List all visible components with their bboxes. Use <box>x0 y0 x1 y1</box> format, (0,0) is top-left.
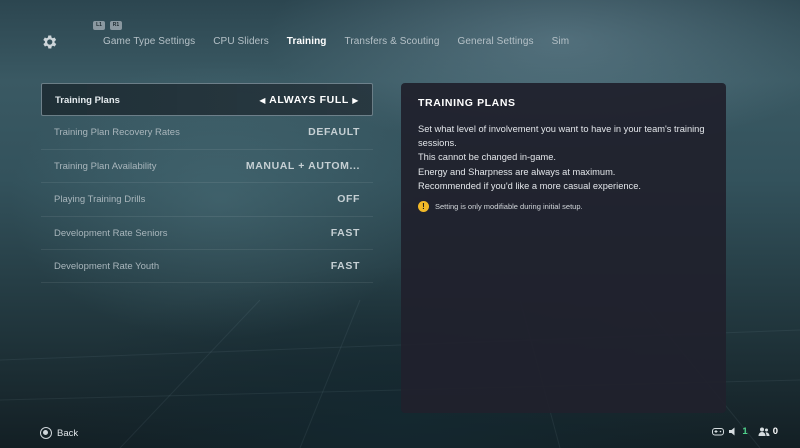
r1-bumper-icon: R1 <box>110 21 122 30</box>
arrow-left-icon[interactable]: ◀ <box>259 96 266 105</box>
setting-value: FAST <box>330 259 360 272</box>
settings-list: Training Plans ◀ ALWAYS FULL ▶ Training … <box>41 83 373 284</box>
setting-label: Development Rate Seniors <box>54 227 168 239</box>
setup-note-text: Setting is only modifiable during initia… <box>435 202 583 211</box>
circle-button-icon <box>40 427 52 439</box>
tab-general-settings[interactable]: General Settings <box>449 36 543 47</box>
description-line: This cannot be changed in-game. <box>418 152 556 163</box>
top-navigation: L1 R1 Game Type Settings CPU Sliders Tra… <box>0 0 800 70</box>
setting-row-dev-rate-seniors[interactable]: Development Rate Seniors FAST <box>41 217 373 250</box>
tab-bar: Game Type Settings CPU Sliders Training … <box>94 36 578 47</box>
arrow-right-icon[interactable]: ▶ <box>352 96 359 105</box>
setting-label: Training Plan Recovery Rates <box>54 127 180 139</box>
status-indicators: 1 0 <box>712 426 778 437</box>
tab-transfers-scouting[interactable]: Transfers & Scouting <box>336 36 449 47</box>
description-line: Set what level of involvement you want t… <box>418 124 705 149</box>
setting-row-plan-availability[interactable]: Training Plan Availability MANUAL + AUTO… <box>41 150 373 184</box>
setting-label: Training Plan Availability <box>54 160 157 172</box>
mic-muted-icon <box>729 427 735 436</box>
warning-icon: ! <box>418 201 429 212</box>
controller-icon <box>712 428 725 436</box>
setting-value: OFF <box>337 193 360 206</box>
setting-label: Training Plans <box>55 95 120 106</box>
description-line: Recommended if you'd like a more casual … <box>418 180 641 191</box>
info-panel: TRAINING PLANS Set what level of involve… <box>401 83 726 413</box>
setting-row-training-drills[interactable]: Playing Training Drills OFF <box>41 183 373 217</box>
setting-row-training-plans[interactable]: Training Plans ◀ ALWAYS FULL ▶ <box>41 83 373 117</box>
users-count: 0 <box>772 426 778 437</box>
info-panel-title: TRAINING PLANS <box>418 97 516 109</box>
users-icon <box>758 427 770 436</box>
setting-value: MANUAL + AUTOM... <box>245 159 360 172</box>
gear-icon[interactable] <box>40 33 58 51</box>
tab-sim[interactable]: Sim <box>543 36 579 47</box>
setting-label: Development Rate Youth <box>54 260 160 272</box>
tab-training[interactable]: Training <box>278 36 336 47</box>
tab-cpu-sliders[interactable]: CPU Sliders <box>204 36 278 47</box>
tab-game-type-settings[interactable]: Game Type Settings <box>94 36 204 47</box>
l1-bumper-icon: L1 <box>93 21 105 30</box>
setting-label: Playing Training Drills <box>54 194 146 206</box>
description-line: Energy and Sharpness are always at maxim… <box>418 166 616 177</box>
back-label: Back <box>57 427 79 439</box>
setting-row-dev-rate-youth[interactable]: Development Rate Youth FAST <box>41 250 373 284</box>
setting-value: ALWAYS FULL <box>269 94 349 106</box>
setup-note: ! Setting is only modifiable during init… <box>418 201 583 212</box>
setting-value-selector[interactable]: ◀ ALWAYS FULL ▶ <box>259 94 359 106</box>
info-panel-description: Set what level of involvement you want t… <box>418 122 708 193</box>
setting-row-recovery-rates[interactable]: Training Plan Recovery Rates DEFAULT <box>41 116 373 150</box>
setting-value: FAST <box>330 226 360 239</box>
back-button[interactable]: Back <box>40 427 78 439</box>
setting-value: DEFAULT <box>308 126 360 139</box>
controller-count: 1 <box>742 426 748 437</box>
